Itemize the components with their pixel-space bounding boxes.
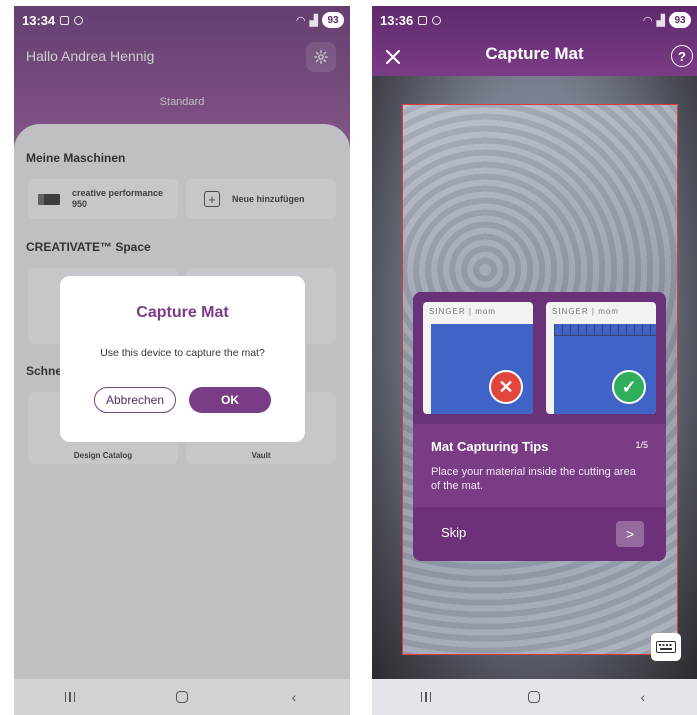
ruler-graphic bbox=[554, 324, 656, 336]
next-button[interactable]: > bbox=[616, 521, 644, 547]
dialog-title: Capture Mat bbox=[136, 304, 229, 321]
back-chevron-icon: ‹ bbox=[291, 689, 297, 705]
back-button[interactable]: ‹ bbox=[274, 683, 314, 711]
left-phone-screen: Hallo Andrea Hennig Standard 13:34 ◠ ▟ 9… bbox=[14, 6, 350, 715]
keyboard-icon bbox=[656, 641, 676, 653]
notification-icon bbox=[74, 15, 84, 25]
page-title: Capture Mat bbox=[485, 44, 584, 63]
recents-button[interactable] bbox=[50, 683, 90, 711]
tips-body: Place your material inside the cutting a… bbox=[431, 466, 636, 492]
brand-text: SINGER | mom bbox=[552, 307, 619, 316]
home-button[interactable] bbox=[514, 683, 554, 711]
tips-card: SINGER | mom ✕ SINGER | mom ✓ Mat Captur… bbox=[413, 292, 666, 561]
recents-button[interactable] bbox=[406, 683, 446, 711]
tips-title: Mat Capturing Tips bbox=[431, 439, 549, 454]
signal-icon: ▟ bbox=[656, 14, 665, 27]
home-icon bbox=[176, 691, 188, 703]
tip-image-correct: SINGER | mom ✓ bbox=[546, 302, 656, 414]
status-time: 13:34 bbox=[22, 12, 56, 28]
tips-page-indicator: 1/5 bbox=[635, 440, 648, 450]
tips-footer: Skip > bbox=[413, 507, 666, 561]
tips-images: SINGER | mom ✕ SINGER | mom ✓ bbox=[413, 292, 666, 424]
screenshot-icon bbox=[60, 15, 70, 25]
back-chevron-icon: ‹ bbox=[640, 689, 646, 705]
dialog-message: Use this device to capture the mat? bbox=[100, 347, 265, 359]
cancel-button[interactable]: Abbrechen bbox=[94, 387, 176, 413]
status-time: 13:36 bbox=[380, 12, 414, 28]
status-bar: 13:36 ◠ ▟ 93 bbox=[372, 6, 697, 34]
right-phone-screen: Capture Mat ? 13:36 ◠ ▟ 93 SINGER | mom … bbox=[372, 6, 697, 715]
mat-preview bbox=[554, 324, 656, 414]
keyboard-button[interactable] bbox=[651, 633, 681, 661]
notification-icon bbox=[432, 15, 442, 25]
status-bar: 13:34 ◠ ▟ 93 bbox=[14, 6, 350, 34]
capture-mat-dialog: Capture Mat Use this device to capture t… bbox=[60, 276, 305, 442]
help-button[interactable]: ? bbox=[671, 45, 693, 67]
tip-image-incorrect: SINGER | mom ✕ bbox=[423, 302, 533, 414]
skip-button[interactable]: Skip bbox=[441, 525, 466, 540]
mat-preview bbox=[431, 324, 533, 414]
system-nav-bar: ‹ bbox=[372, 679, 697, 715]
recents-icon bbox=[64, 692, 76, 702]
screenshot-icon bbox=[418, 15, 428, 25]
wifi-icon: ◠ bbox=[642, 14, 653, 27]
recents-icon bbox=[420, 692, 432, 702]
battery-badge: 93 bbox=[322, 12, 344, 28]
back-button[interactable]: ‹ bbox=[623, 683, 663, 711]
error-x-icon: ✕ bbox=[489, 370, 523, 404]
checkmark-icon: ✓ bbox=[612, 370, 646, 404]
home-icon bbox=[528, 691, 541, 703]
ok-button[interactable]: OK bbox=[189, 387, 271, 413]
system-nav-bar: ‹ bbox=[14, 679, 350, 715]
brand-text: SINGER | mom bbox=[429, 307, 496, 316]
signal-icon: ▟ bbox=[309, 14, 318, 27]
battery-badge: 93 bbox=[669, 12, 691, 28]
wifi-icon: ◠ bbox=[295, 14, 306, 27]
home-button[interactable] bbox=[162, 683, 202, 711]
camera-viewfinder: SINGER | mom ✕ SINGER | mom ✓ Mat Captur… bbox=[372, 76, 697, 679]
